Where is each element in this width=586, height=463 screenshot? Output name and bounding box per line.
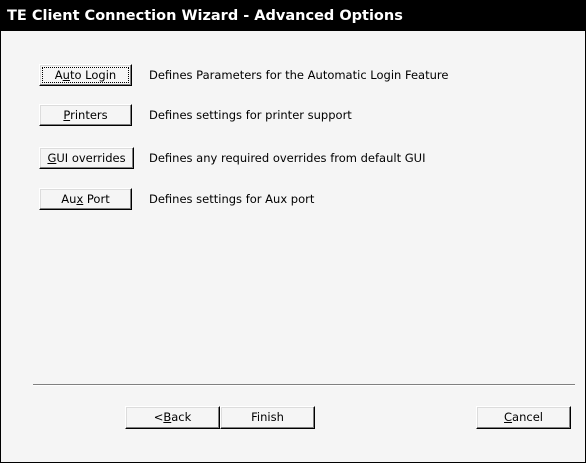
cancel-button[interactable]: Cancel	[476, 406, 571, 429]
auto-login-description: Defines Parameters for the Automatic Log…	[149, 68, 449, 82]
footer-divider	[33, 384, 575, 386]
aux-port-label-pre: Au	[61, 192, 77, 206]
gui-overrides-description: Defines any required overrides from defa…	[149, 151, 426, 165]
auto-login-button[interactable]: Auto Login	[39, 64, 132, 86]
aux-port-button[interactable]: Aux Port	[39, 188, 132, 210]
auto-login-label-mnemonic: u	[62, 68, 70, 82]
auto-login-label-post: to Login	[69, 68, 117, 82]
aux-port-description: Defines settings for Aux port	[149, 192, 315, 206]
back-label-pre: <	[153, 410, 164, 424]
back-label-post: ack	[171, 410, 192, 424]
printers-label-post: rinters	[70, 108, 108, 122]
gui-overrides-label-post: UI overrides	[56, 151, 126, 165]
printers-button[interactable]: Printers	[39, 104, 132, 126]
cancel-label-mnemonic: C	[504, 410, 513, 424]
printers-description: Defines settings for printer support	[149, 108, 352, 122]
finish-label: Finish	[251, 410, 284, 424]
wizard-window: TE Client Connection Wizard - Advanced O…	[0, 0, 586, 463]
gui-overrides-button[interactable]: GUI overrides	[39, 147, 134, 169]
cancel-label-post: ancel	[512, 410, 543, 424]
aux-port-label-post: Port	[83, 192, 110, 206]
window-title: TE Client Connection Wizard - Advanced O…	[1, 1, 585, 31]
finish-button[interactable]: Finish	[220, 406, 315, 429]
auto-login-label-pre: A	[54, 68, 63, 82]
back-button[interactable]: <Back	[125, 406, 220, 429]
